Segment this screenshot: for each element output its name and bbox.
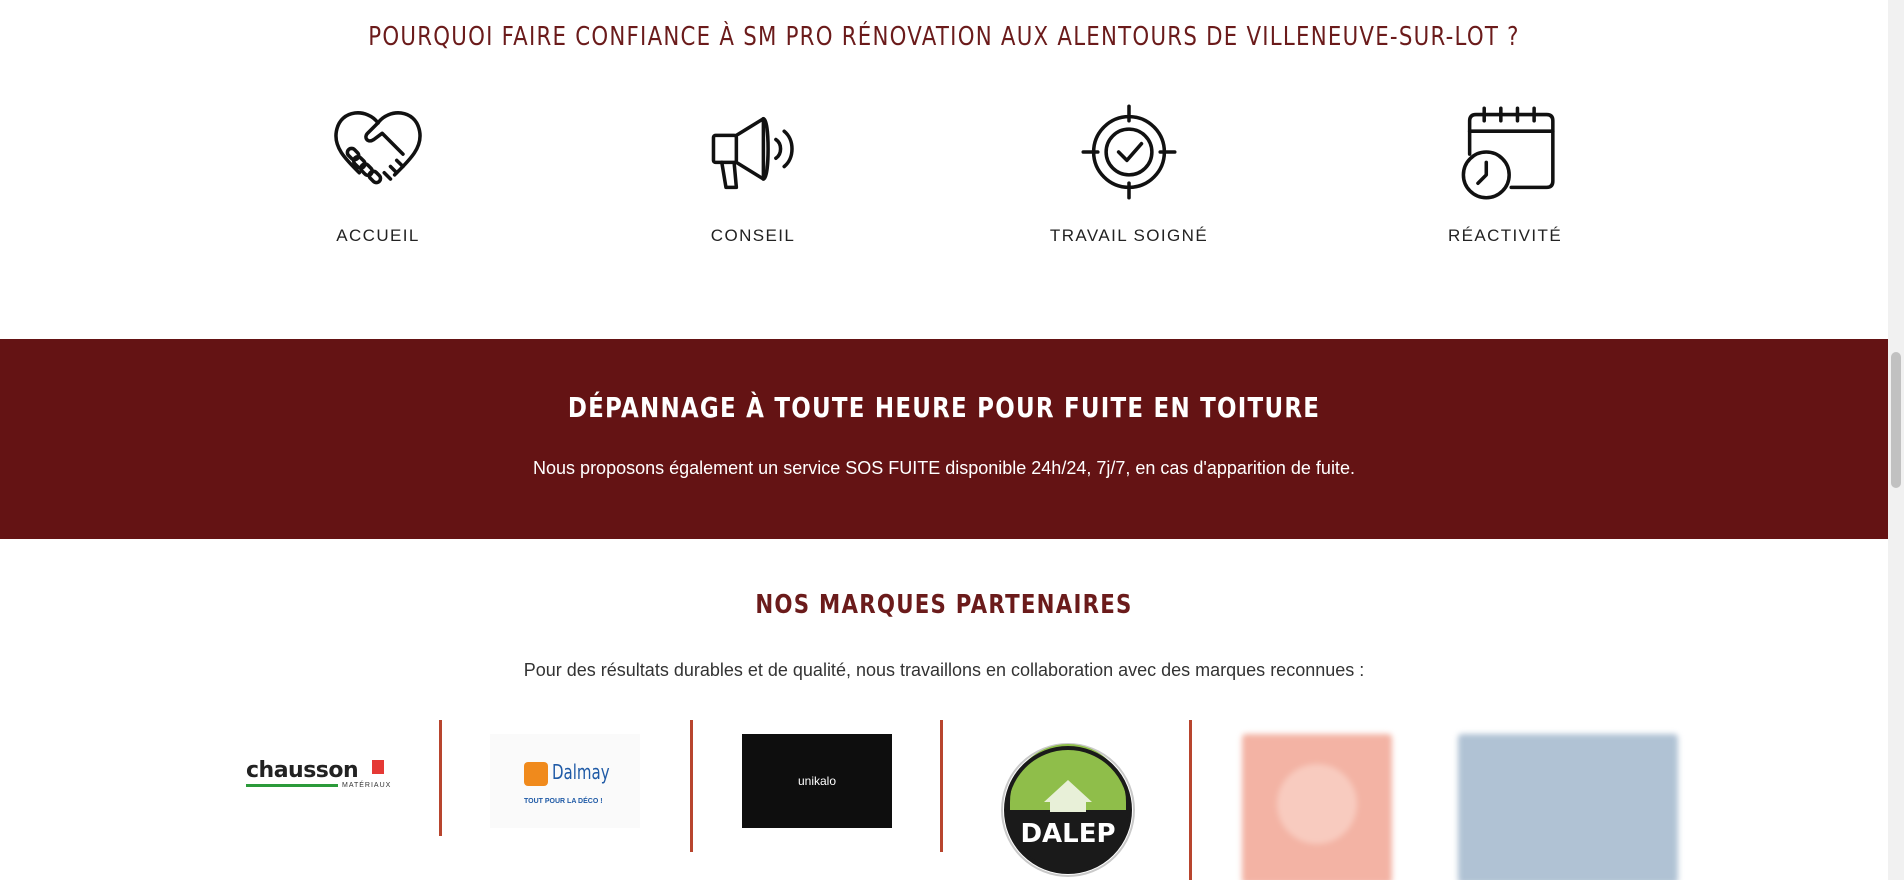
vertical-scrollbar[interactable] [1888,0,1904,880]
logo-dalmay-text: Dalmay [552,760,610,784]
logo-dalmay[interactable]: Dalmay TOUT POUR LA DÉCO ! [490,734,640,828]
logo-divider [690,720,693,852]
partners-text: Pour des résultats durables et de qualit… [523,660,1365,680]
feature-reactivite: RÉACTIVITÉ [1385,100,1625,246]
target-check-icon [1081,104,1177,200]
logo-dalep[interactable]: DALEP [1000,742,1136,878]
handshake-heart-icon [334,111,422,185]
partners-title: NOS MARQUES PARTENAIRES [755,590,1133,620]
logo-chausson-text: chausson [246,758,359,783]
logo-partner-blurred-1[interactable] [1242,734,1392,880]
feature-label: TRAVAIL SOIGNÉ [1049,226,1209,245]
emergency-band: DÉPANNAGE À TOUTE HEURE POUR FUITE EN TO… [0,339,1888,539]
logo-dalep-text: DALEP [1020,819,1115,849]
partner-logos-row: chausson MATÉRIAUX Dalmay TOUT POUR LA D… [0,718,1888,880]
features-row: ACCUEIL CONSEIL TRAVAIL SOIGNÉ RÉACTIVIT… [0,100,1888,270]
logo-partner-blurred-2[interactable] [1458,734,1678,880]
logo-chausson-bar [246,784,338,787]
logo-chausson-flag [372,760,384,774]
logo-chausson-sub: MATÉRIAUX [342,782,392,789]
feature-label: CONSEIL [710,226,796,245]
logo-unikalo[interactable]: unikalo [742,734,892,828]
logo-divider [439,720,442,836]
calendar-clock-icon [1461,106,1555,200]
emergency-text: Nous proposons également un service SOS … [533,458,1355,478]
feature-label: ACCUEIL [336,226,420,245]
feature-label: RÉACTIVITÉ [1447,226,1563,245]
feature-conseil: CONSEIL [633,100,873,246]
emergency-title: DÉPANNAGE À TOUTE HEURE POUR FUITE EN TO… [567,391,1321,424]
logo-dalmay-tag: TOUT POUR LA DÉCO ! [524,798,603,805]
logo-unikalo-text: unikalo [797,774,837,788]
logo-divider [1189,720,1192,880]
feature-travail-soigne: TRAVAIL SOIGNÉ [1009,100,1249,246]
logo-chausson[interactable]: chausson MATÉRIAUX [246,758,390,790]
page: POURQUOI FAIRE CONFIANCE À SM PRO RÉNOVA… [0,0,1888,880]
logo-blurred-mark [1277,764,1357,844]
megaphone-icon [711,116,794,190]
feature-accueil: ACCUEIL [258,100,498,246]
why-section-title: POURQUOI FAIRE CONFIANCE À SM PRO RÉNOVA… [368,21,1520,52]
scrollbar-thumb[interactable] [1891,352,1901,488]
logo-divider [940,720,943,852]
logo-dalmay-mark [524,762,548,786]
